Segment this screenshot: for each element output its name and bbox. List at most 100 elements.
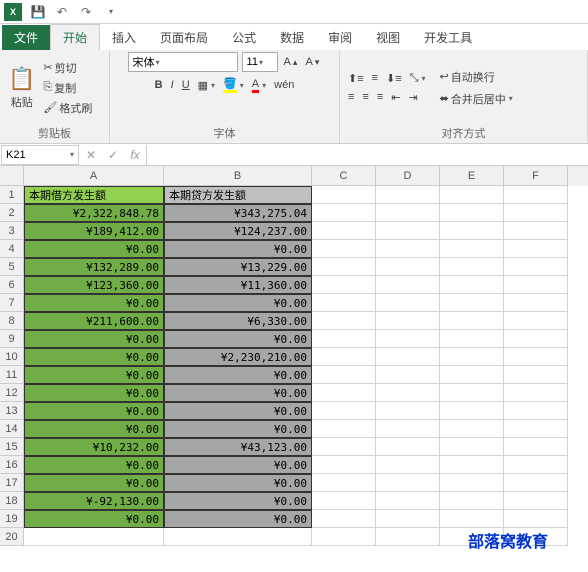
cell[interactable]: ¥2,230,210.00: [164, 348, 312, 366]
cell[interactable]: [376, 258, 440, 276]
cell[interactable]: [312, 456, 376, 474]
cell[interactable]: ¥11,360.00: [164, 276, 312, 294]
font-color-button[interactable]: A▾: [250, 77, 268, 94]
cell[interactable]: ¥0.00: [24, 402, 164, 420]
align-center-button[interactable]: ≡: [360, 90, 370, 104]
cell[interactable]: ¥0.00: [24, 420, 164, 438]
cell[interactable]: ¥0.00: [24, 240, 164, 258]
cell[interactable]: [312, 294, 376, 312]
cell[interactable]: ¥0.00: [24, 294, 164, 312]
row-header[interactable]: 17: [0, 474, 24, 492]
cell[interactable]: [440, 384, 504, 402]
cell[interactable]: [504, 402, 568, 420]
cell[interactable]: [504, 510, 568, 528]
cell[interactable]: [376, 186, 440, 204]
cell[interactable]: ¥0.00: [24, 456, 164, 474]
orientation-button[interactable]: ⤡▾: [408, 71, 428, 86]
cell[interactable]: [376, 438, 440, 456]
merge-button[interactable]: ⬌合并后居中▾: [438, 90, 515, 108]
cell[interactable]: ¥0.00: [24, 384, 164, 402]
cell[interactable]: [504, 438, 568, 456]
cell[interactable]: [312, 384, 376, 402]
paste-button[interactable]: 📋 粘贴: [6, 65, 37, 111]
cell[interactable]: ¥123,360.00: [24, 276, 164, 294]
wrap-text-button[interactable]: ↩自动换行: [438, 68, 515, 86]
cell[interactable]: [312, 420, 376, 438]
tab-dev[interactable]: 开发工具: [412, 25, 484, 50]
cell[interactable]: [440, 348, 504, 366]
tab-file[interactable]: 文件: [2, 25, 50, 50]
cell[interactable]: ¥343,275.04: [164, 204, 312, 222]
cell[interactable]: [440, 456, 504, 474]
cancel-button[interactable]: ✕: [80, 148, 102, 162]
col-header-a[interactable]: A: [24, 166, 164, 186]
cell[interactable]: [440, 312, 504, 330]
cell[interactable]: ¥189,412.00: [24, 222, 164, 240]
row-header[interactable]: 13: [0, 402, 24, 420]
row-header[interactable]: 11: [0, 366, 24, 384]
tab-formulas[interactable]: 公式: [220, 25, 268, 50]
cell[interactable]: [376, 384, 440, 402]
col-header-c[interactable]: C: [312, 166, 376, 186]
cell[interactable]: 本期借方发生额: [24, 186, 164, 204]
cell[interactable]: [440, 402, 504, 420]
cell[interactable]: [24, 528, 164, 546]
tab-data[interactable]: 数据: [268, 25, 316, 50]
cell[interactable]: [504, 222, 568, 240]
font-name-combo[interactable]: 宋体▾: [128, 52, 238, 72]
save-icon[interactable]: 💾: [30, 4, 46, 20]
painter-button[interactable]: 🖌格式刷: [41, 99, 94, 117]
cell[interactable]: [376, 420, 440, 438]
cell[interactable]: [504, 276, 568, 294]
cell[interactable]: ¥0.00: [164, 510, 312, 528]
cell[interactable]: ¥0.00: [164, 384, 312, 402]
select-all-corner[interactable]: [0, 166, 24, 186]
fill-color-button[interactable]: 🪣▾: [221, 76, 246, 94]
indent-dec-button[interactable]: ⇤: [389, 90, 402, 105]
font-size-combo[interactable]: 11▾: [242, 52, 278, 72]
cell[interactable]: [312, 348, 376, 366]
cell[interactable]: ¥0.00: [164, 420, 312, 438]
cell[interactable]: ¥0.00: [24, 330, 164, 348]
cell[interactable]: [312, 402, 376, 420]
cell[interactable]: ¥0.00: [164, 240, 312, 258]
cell[interactable]: [312, 276, 376, 294]
cell[interactable]: [504, 330, 568, 348]
name-box[interactable]: K21▾: [1, 145, 79, 165]
cell[interactable]: ¥132,289.00: [24, 258, 164, 276]
cell[interactable]: ¥10,232.00: [24, 438, 164, 456]
cell[interactable]: [440, 330, 504, 348]
cell[interactable]: [312, 204, 376, 222]
cell[interactable]: [312, 330, 376, 348]
cell[interactable]: ¥0.00: [164, 294, 312, 312]
shrink-font-button[interactable]: A▾: [304, 55, 322, 69]
row-header[interactable]: 10: [0, 348, 24, 366]
cell[interactable]: [376, 510, 440, 528]
cell[interactable]: [504, 186, 568, 204]
cell[interactable]: [312, 492, 376, 510]
copy-button[interactable]: ⎘复制: [41, 79, 94, 97]
align-left-button[interactable]: ≡: [346, 90, 356, 104]
cell[interactable]: ¥0.00: [164, 456, 312, 474]
cell[interactable]: [312, 474, 376, 492]
row-header[interactable]: 16: [0, 456, 24, 474]
cell[interactable]: ¥2,322,848.78: [24, 204, 164, 222]
cell[interactable]: ¥0.00: [164, 474, 312, 492]
cell[interactable]: [312, 510, 376, 528]
grow-font-button[interactable]: A▴: [282, 55, 300, 69]
cell[interactable]: [312, 438, 376, 456]
align-right-button[interactable]: ≡: [375, 90, 385, 104]
align-bottom-button[interactable]: ⬇≡: [384, 71, 404, 86]
cell[interactable]: [504, 348, 568, 366]
tab-home[interactable]: 开始: [50, 24, 100, 50]
cell[interactable]: [504, 456, 568, 474]
cell[interactable]: [376, 222, 440, 240]
cell[interactable]: [440, 204, 504, 222]
cell[interactable]: ¥43,123.00: [164, 438, 312, 456]
cell[interactable]: [440, 510, 504, 528]
row-header[interactable]: 15: [0, 438, 24, 456]
cell[interactable]: ¥13,229.00: [164, 258, 312, 276]
enter-button[interactable]: ✓: [102, 148, 124, 162]
tab-review[interactable]: 审阅: [316, 25, 364, 50]
cell[interactable]: ¥0.00: [24, 348, 164, 366]
